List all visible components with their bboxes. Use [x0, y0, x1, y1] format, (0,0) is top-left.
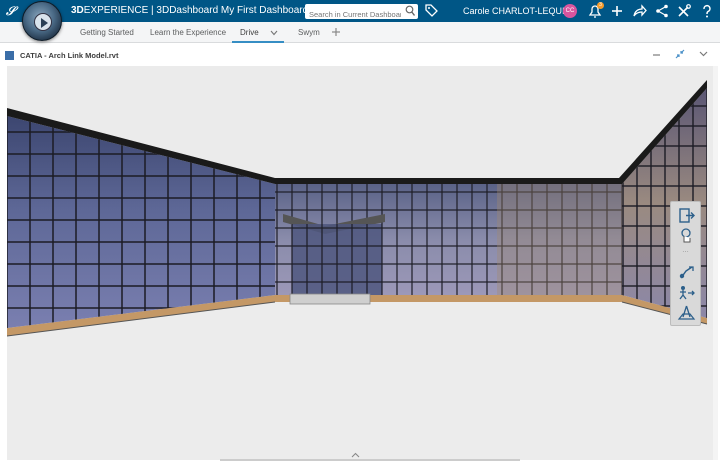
viewer-tool-panel: … — [670, 201, 701, 326]
app-title: 3DEXPERIENCE | 3DDashboard My First Dash… — [71, 5, 319, 16]
tab-learn-the-experience[interactable]: Learn the Experience — [150, 28, 226, 37]
notification-badge: 3 — [597, 2, 604, 9]
dashboard-name[interactable]: My First Dashboard — [221, 5, 308, 16]
exit-icon[interactable] — [677, 207, 696, 224]
horizontal-scroll-handle[interactable] — [220, 459, 520, 461]
search-icon[interactable] — [405, 5, 415, 17]
fly-mode-icon[interactable] — [677, 264, 696, 281]
search-input[interactable] — [305, 7, 401, 22]
app-name: 3DDashboard — [156, 5, 219, 16]
tool-separator-dots: … — [682, 247, 689, 254]
compass-play-icon[interactable] — [34, 13, 52, 31]
tab-chevron-down-icon[interactable] — [270, 30, 278, 36]
tab-bar: Getting Started Learn the Experience Dri… — [0, 22, 720, 43]
plus-icon[interactable] — [609, 3, 625, 19]
add-tab-plus-icon[interactable] — [331, 27, 341, 37]
tab-getting-started[interactable]: Getting Started — [80, 28, 134, 37]
building-model-render[interactable] — [7, 66, 713, 460]
avatar[interactable]: CC — [563, 4, 577, 18]
ds-logo-icon: 𝒮 — [6, 4, 16, 18]
user-name[interactable]: Carole CHARLOT-LEQUIN — [463, 6, 571, 16]
network-icon[interactable] — [654, 3, 670, 19]
3d-viewport[interactable] — [7, 66, 713, 460]
widget-title: CATIA - Arch Link Model.rvt — [20, 51, 119, 60]
widget-header: CATIA - Arch Link Model.rvt — [0, 44, 720, 66]
compass-icon[interactable] — [22, 1, 62, 41]
brand-3d: 3D — [71, 5, 84, 16]
help-icon[interactable] — [699, 3, 715, 19]
search-box[interactable] — [305, 4, 418, 22]
tab-drive[interactable]: Drive — [240, 28, 259, 37]
hand-select-icon[interactable] — [677, 227, 696, 244]
top-bar: 𝒮 3DEXPERIENCE | 3DDashboard My First Da… — [0, 0, 720, 41]
collapse-icon[interactable] — [675, 49, 685, 59]
widget-menu-chevron-icon[interactable] — [699, 51, 708, 57]
tag-icon[interactable] — [425, 4, 438, 17]
vertical-scrollbar[interactable] — [713, 66, 718, 460]
expand-panel-chevron-up-icon[interactable] — [351, 452, 360, 458]
walk-mode-icon[interactable] — [677, 284, 696, 301]
active-tab-indicator — [232, 41, 284, 43]
brand-experience: EXPERIENCE — [83, 5, 149, 16]
share-icon[interactable] — [631, 3, 647, 19]
minimize-icon[interactable] — [652, 53, 661, 57]
catia-app-icon — [5, 51, 14, 60]
tools-icon[interactable] — [676, 3, 692, 19]
tab-swym[interactable]: Swym — [298, 28, 320, 37]
section-plane-icon[interactable] — [677, 304, 696, 321]
